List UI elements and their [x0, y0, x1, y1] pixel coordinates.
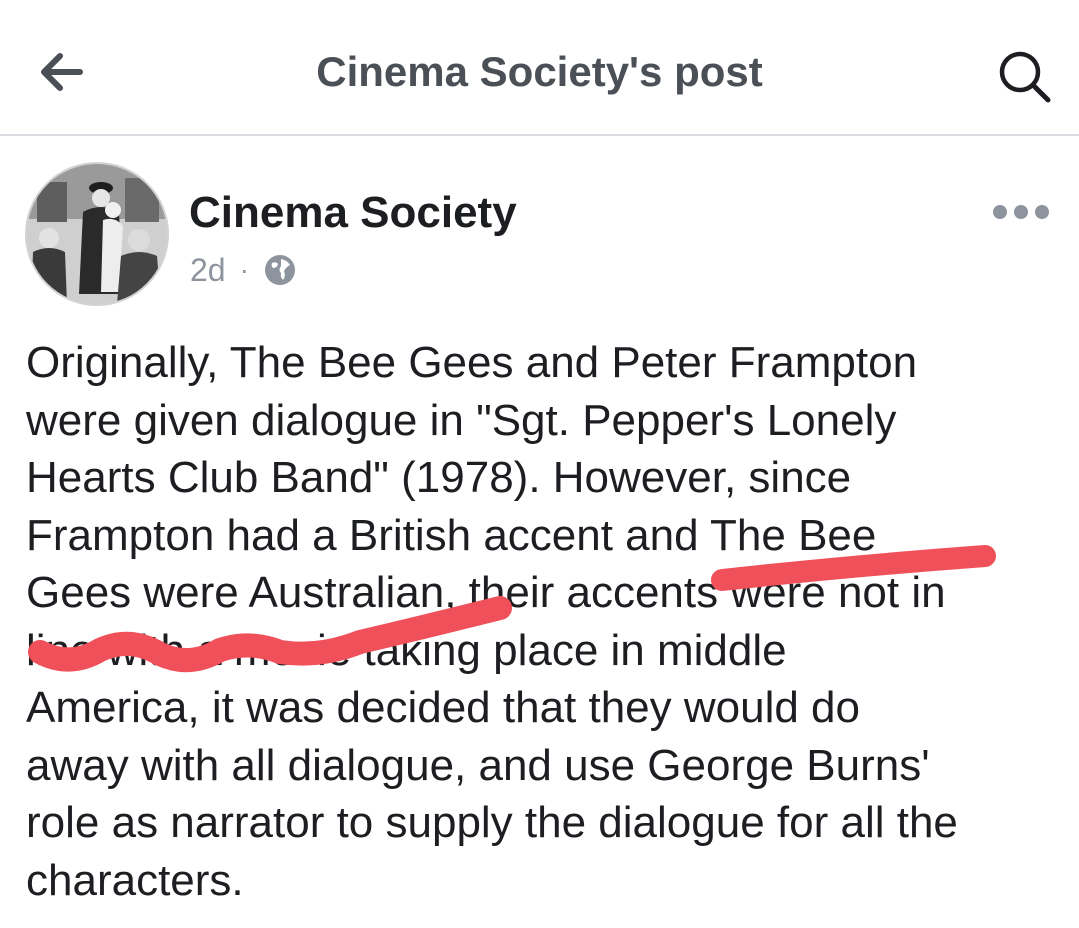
search-icon: [999, 51, 1051, 103]
post-body-text: Originally, The Bee Gees and Peter Framp…: [26, 338, 958, 905]
meta-separator: ·: [239, 254, 249, 285]
post-meta: 2d ·: [190, 250, 297, 290]
avatar-photo: [27, 164, 167, 304]
post-timestamp[interactable]: 2d: [190, 252, 226, 289]
top-app-bar: Cinema Society's post: [0, 0, 1079, 136]
more-dot-icon: [1014, 205, 1028, 219]
post-author-name[interactable]: Cinema Society: [189, 188, 517, 238]
more-dot-icon: [1035, 205, 1049, 219]
search-button[interactable]: [990, 44, 1060, 108]
globe-icon: [264, 255, 295, 285]
more-dot-icon: [993, 205, 1007, 219]
avatar[interactable]: [25, 162, 169, 306]
page-title: Cinema Society's post: [316, 48, 763, 95]
post-header: Cinema Society 2d ·: [0, 160, 1079, 310]
more-options-button[interactable]: [985, 194, 1057, 230]
